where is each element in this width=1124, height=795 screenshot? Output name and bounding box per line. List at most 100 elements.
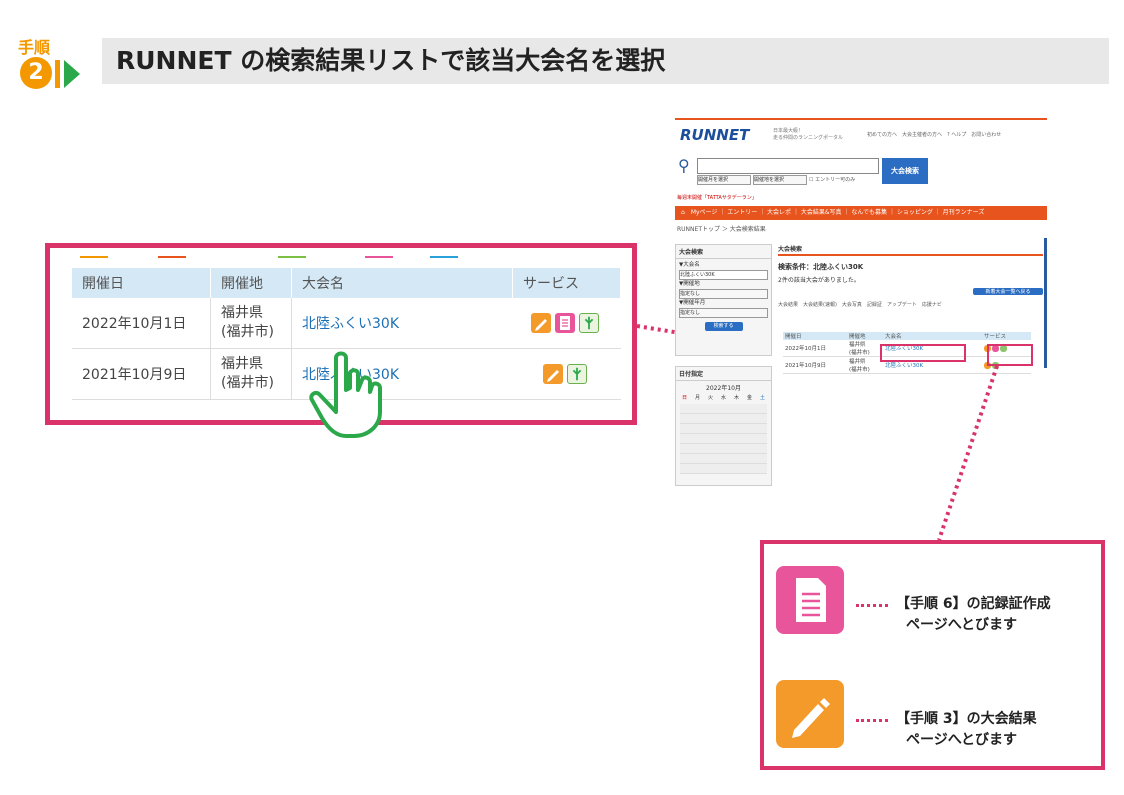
record-icon[interactable] (554, 313, 575, 333)
table-header: 開催日 開催地 大会名 サービス (72, 268, 621, 298)
dotted-leader (856, 604, 888, 607)
cal-day: 火 (707, 395, 713, 401)
service-legend: 大会結果 大会結果(速報) 大会写真 記録証 アップデート 応援ナビ (778, 302, 942, 308)
side-search-panel: 大会検索 ▼大会名 北陸ふくい30K ▼開催地 指定なし ▼開催年月 指定なし … (675, 244, 772, 356)
cal-day: 月 (694, 395, 700, 401)
row-pref: 福井県 (849, 342, 866, 348)
pencil-icon (776, 680, 844, 748)
race-name-link[interactable]: 北陸ふくい30K (302, 316, 399, 332)
row-city: (福井市) (849, 350, 870, 356)
col-place: 開催地 (847, 332, 883, 340)
search-input[interactable] (697, 158, 879, 174)
record-line-2: ページへとびます (906, 617, 1018, 633)
side-month-select[interactable]: 指定なし (679, 308, 768, 318)
cal-day: 日 (681, 395, 687, 401)
entry-checkbox-label: エントリー可のみ (815, 177, 856, 183)
col-service: サービス (512, 268, 621, 298)
search-icon: ⚲ (678, 156, 690, 175)
cal-month: 2022年10月 (706, 385, 741, 392)
deco-dash (365, 256, 393, 258)
result-line-2: ページへとびます (906, 732, 1018, 748)
cal-title: 日付指定 (676, 367, 771, 381)
row-place: 福井県 (福井市) (847, 356, 883, 374)
table-row: 2022年10月1日 福井県 (福井市) 北陸ふくい30K (72, 298, 621, 349)
record-description: 【手順 6】の記録証作成ページへとびます (896, 594, 1051, 636)
row-date: 2022年10月1日 (783, 340, 847, 357)
row-city: (福井市) (221, 324, 274, 340)
main-title: 大会検索 (778, 244, 1043, 256)
icon-legend: 【手順 6】の記録証作成 ページへとびます 【手順 3】の大会結果 ページへとびます (760, 540, 1105, 770)
new-list-button[interactable]: 新着大会一覧へ戻る (973, 288, 1043, 295)
main-nav[interactable]: ⌂ Myページ ｜ エントリー ｜ 大会レポ ｜ 大会結果&写真 ｜ なんでも募集… (675, 206, 1047, 220)
col-date: 開催日 (72, 268, 211, 298)
row-date: 2021年10月9日 (783, 356, 847, 374)
race-name-link[interactable]: 北陸ふくい30K (885, 363, 923, 369)
side-month-label: ▼開催年月 (679, 300, 706, 306)
col-name: 大会名 (291, 268, 513, 298)
tagline-1: 日本最大級！ (773, 128, 804, 134)
col-name: 大会名 (883, 332, 982, 340)
result-description: 【手順 3】の大会結果ページへとびます (896, 709, 1037, 751)
cal-day: 土 (759, 395, 765, 401)
deco-dash (80, 256, 108, 258)
name-highlight (880, 344, 966, 362)
cal-day: 水 (720, 395, 726, 401)
row-name: 北陸ふくい30K (291, 298, 513, 349)
breadcrumb: RUNNETトップ ＞ 大会検索結果 (677, 226, 766, 233)
step-number: 2 (20, 57, 52, 89)
cal-day: 金 (746, 395, 752, 401)
entry-checkbox[interactable]: ☐ エントリー可のみ (809, 176, 855, 183)
result-icon[interactable] (530, 313, 551, 333)
row-date: 2021年10月9日 (72, 348, 211, 400)
cheer-navi-icon[interactable] (566, 364, 587, 384)
row-services (512, 298, 621, 349)
place-select[interactable]: 開催地を選択 (753, 175, 807, 185)
scrollbar[interactable] (1044, 238, 1047, 368)
cheer-navi-icon[interactable] (578, 313, 599, 333)
nav-items[interactable]: Myページ ｜ エントリー ｜ 大会レポ ｜ 大会結果&写真 ｜ なんでも募集 … (691, 209, 985, 216)
row-place: 福井県 (福井市) (210, 348, 292, 400)
hand-pointer-icon (309, 351, 382, 438)
row-services (512, 348, 621, 400)
tagline: 日本最大級！ 走る仲間のランニングポータル (773, 128, 843, 142)
row-pref: 福井県 (221, 305, 263, 321)
search-condition: 検索条件：北陸ふくい30K (778, 263, 864, 271)
side-name-label: ▼大会名 (679, 262, 700, 268)
calendar-panel: 日付指定 2022年10月 日 月 火 水 木 金 土 (675, 366, 772, 486)
record-line-1: 【手順 6】の記録証作成 (896, 596, 1051, 612)
cal-grid[interactable] (680, 404, 767, 474)
results-panel: 大会検索 検索条件：北陸ふくい30K 2件の該当大会がありました。 新着大会一覧… (778, 244, 1043, 308)
col-place: 開催地 (210, 268, 292, 298)
home-icon[interactable]: ⌂ (675, 209, 691, 216)
deco-dash (430, 256, 458, 258)
runnet-logo[interactable]: RUNNET (680, 126, 749, 144)
zoomed-result-table: 開催日 開催地 大会名 サービス 2022年10月1日 福井県 (福井市) 北陸ふ… (45, 243, 637, 438)
deco-dash (158, 256, 186, 258)
row-date: 2022年10月1日 (72, 298, 211, 349)
month-select[interactable]: 開催月を選択 (697, 175, 751, 185)
search-button[interactable]: 大会検索 (882, 158, 928, 184)
deco-dash (278, 256, 306, 258)
top-bar (675, 118, 1047, 120)
side-place-select[interactable]: 指定なし (679, 289, 768, 299)
result-line-1: 【手順 3】の大会結果 (896, 711, 1037, 727)
side-search-button[interactable]: 検索する (704, 322, 743, 331)
row-place: 福井県 (福井市) (210, 298, 292, 349)
row-city: (福井市) (221, 375, 274, 391)
cal-day: 木 (733, 395, 739, 401)
step-arrow-icon (64, 60, 80, 88)
row-pref: 福井県 (221, 356, 263, 372)
row-city: (福井市) (849, 367, 870, 373)
table-header: 開催日 開催地 大会名 サービス (783, 332, 1031, 340)
side-name-input[interactable]: 北陸ふくい30K (679, 270, 768, 280)
col-service: サービス (982, 332, 1031, 340)
page-title: RUNNET の検索結果リストで該当大会名を選択 (116, 46, 666, 75)
row-pref: 福井県 (849, 359, 866, 365)
row-place: 福井県 (福井市) (847, 340, 883, 357)
news-ticker[interactable]: 毎週末開催「TATTAサタデーラン」 (677, 194, 757, 201)
cal-weekdays: 日月火水木金土 (676, 394, 771, 401)
side-title: 大会検索 (676, 245, 771, 259)
header-links[interactable]: 初めての方へ 大会主催者の方へ ? ヘルプ お問い合わせ (867, 131, 1001, 138)
result-icon[interactable] (542, 364, 563, 384)
dotted-leader (856, 719, 888, 722)
